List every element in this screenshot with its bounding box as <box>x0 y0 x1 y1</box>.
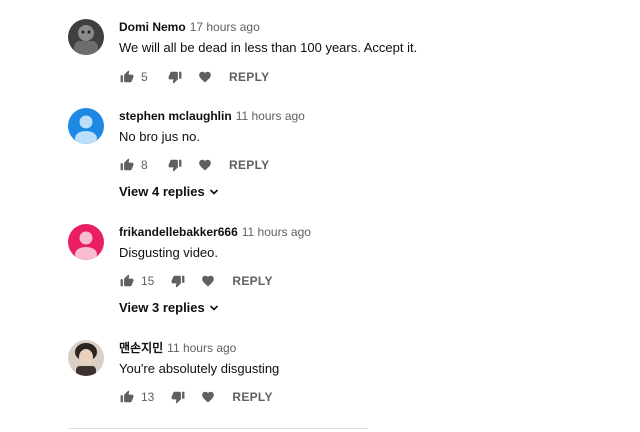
reply-button[interactable]: REPLY <box>229 70 269 84</box>
thumb-down-icon[interactable] <box>170 273 186 289</box>
thumb-up-icon[interactable] <box>119 273 135 289</box>
reply-button[interactable]: REPLY <box>232 274 272 288</box>
comment-toolbar: 5 REPLY <box>119 65 269 89</box>
comment-header: Domi Nemo 17 hours ago <box>119 19 599 35</box>
chevron-down-icon <box>209 188 218 195</box>
comment-time[interactable]: 11 hours ago <box>236 109 305 123</box>
avatar[interactable] <box>68 108 104 144</box>
comment-toolbar: 8 REPLY <box>119 153 269 177</box>
thumb-up-icon[interactable] <box>119 157 135 173</box>
heart-icon[interactable] <box>197 157 213 173</box>
like-count: 8 <box>141 158 148 172</box>
comment-text: We will all be dead in less than 100 yea… <box>119 40 418 55</box>
comment-time[interactable]: 11 hours ago <box>167 341 236 355</box>
comment-header: frikandellebakker666 11 hours ago <box>119 224 599 240</box>
divider <box>68 428 368 429</box>
comment-text: Disgusting video. <box>119 245 218 260</box>
avatar[interactable] <box>68 340 104 376</box>
thumb-down-icon[interactable] <box>170 389 186 405</box>
avatar[interactable] <box>68 224 104 260</box>
chevron-down-icon <box>209 304 218 311</box>
like-count: 15 <box>141 274 155 288</box>
like-count: 13 <box>141 390 155 404</box>
view-replies-label: View 3 replies <box>119 300 205 315</box>
comment-text: No bro jus no. <box>119 129 200 144</box>
thumb-down-icon[interactable] <box>167 157 183 173</box>
avatar[interactable] <box>68 19 104 55</box>
reply-button[interactable]: REPLY <box>229 158 269 172</box>
thumb-down-icon[interactable] <box>167 69 183 85</box>
comment-author[interactable]: stephen mclaughlin <box>119 109 232 123</box>
thumb-up-icon[interactable] <box>119 389 135 405</box>
heart-icon[interactable] <box>200 389 216 405</box>
comment-body: 맨손지민 11 hours ago You're absolutely disgu… <box>119 340 599 378</box>
thumb-up-icon[interactable] <box>119 69 135 85</box>
view-replies-button[interactable]: View 3 replies <box>119 300 219 315</box>
comment-time[interactable]: 17 hours ago <box>190 20 260 34</box>
comment-body: frikandellebakker666 11 hours ago Disgust… <box>119 224 599 262</box>
comment-header: 맨손지민 11 hours ago <box>119 340 599 356</box>
comment-time[interactable]: 11 hours ago <box>242 225 311 239</box>
comment-author[interactable]: Domi Nemo <box>119 20 186 34</box>
comment-body: Domi Nemo 17 hours ago We will all be dea… <box>119 19 599 57</box>
comment-toolbar: 15 REPLY <box>119 269 273 293</box>
like-count: 5 <box>141 70 148 84</box>
comment-body: stephen mclaughlin 11 hours ago No bro ju… <box>119 108 599 146</box>
view-replies-button[interactable]: View 4 replies <box>119 184 219 199</box>
heart-icon[interactable] <box>197 69 213 85</box>
reply-button[interactable]: REPLY <box>232 390 272 404</box>
comment-toolbar: 13 REPLY <box>119 385 273 409</box>
comment-header: stephen mclaughlin 11 hours ago <box>119 108 599 124</box>
view-replies-label: View 4 replies <box>119 184 205 199</box>
comment-author[interactable]: 맨손지민 <box>119 341 163 355</box>
comment-author[interactable]: frikandellebakker666 <box>119 225 238 239</box>
heart-icon[interactable] <box>200 273 216 289</box>
comment-text: You're absolutely disgusting <box>119 361 280 376</box>
